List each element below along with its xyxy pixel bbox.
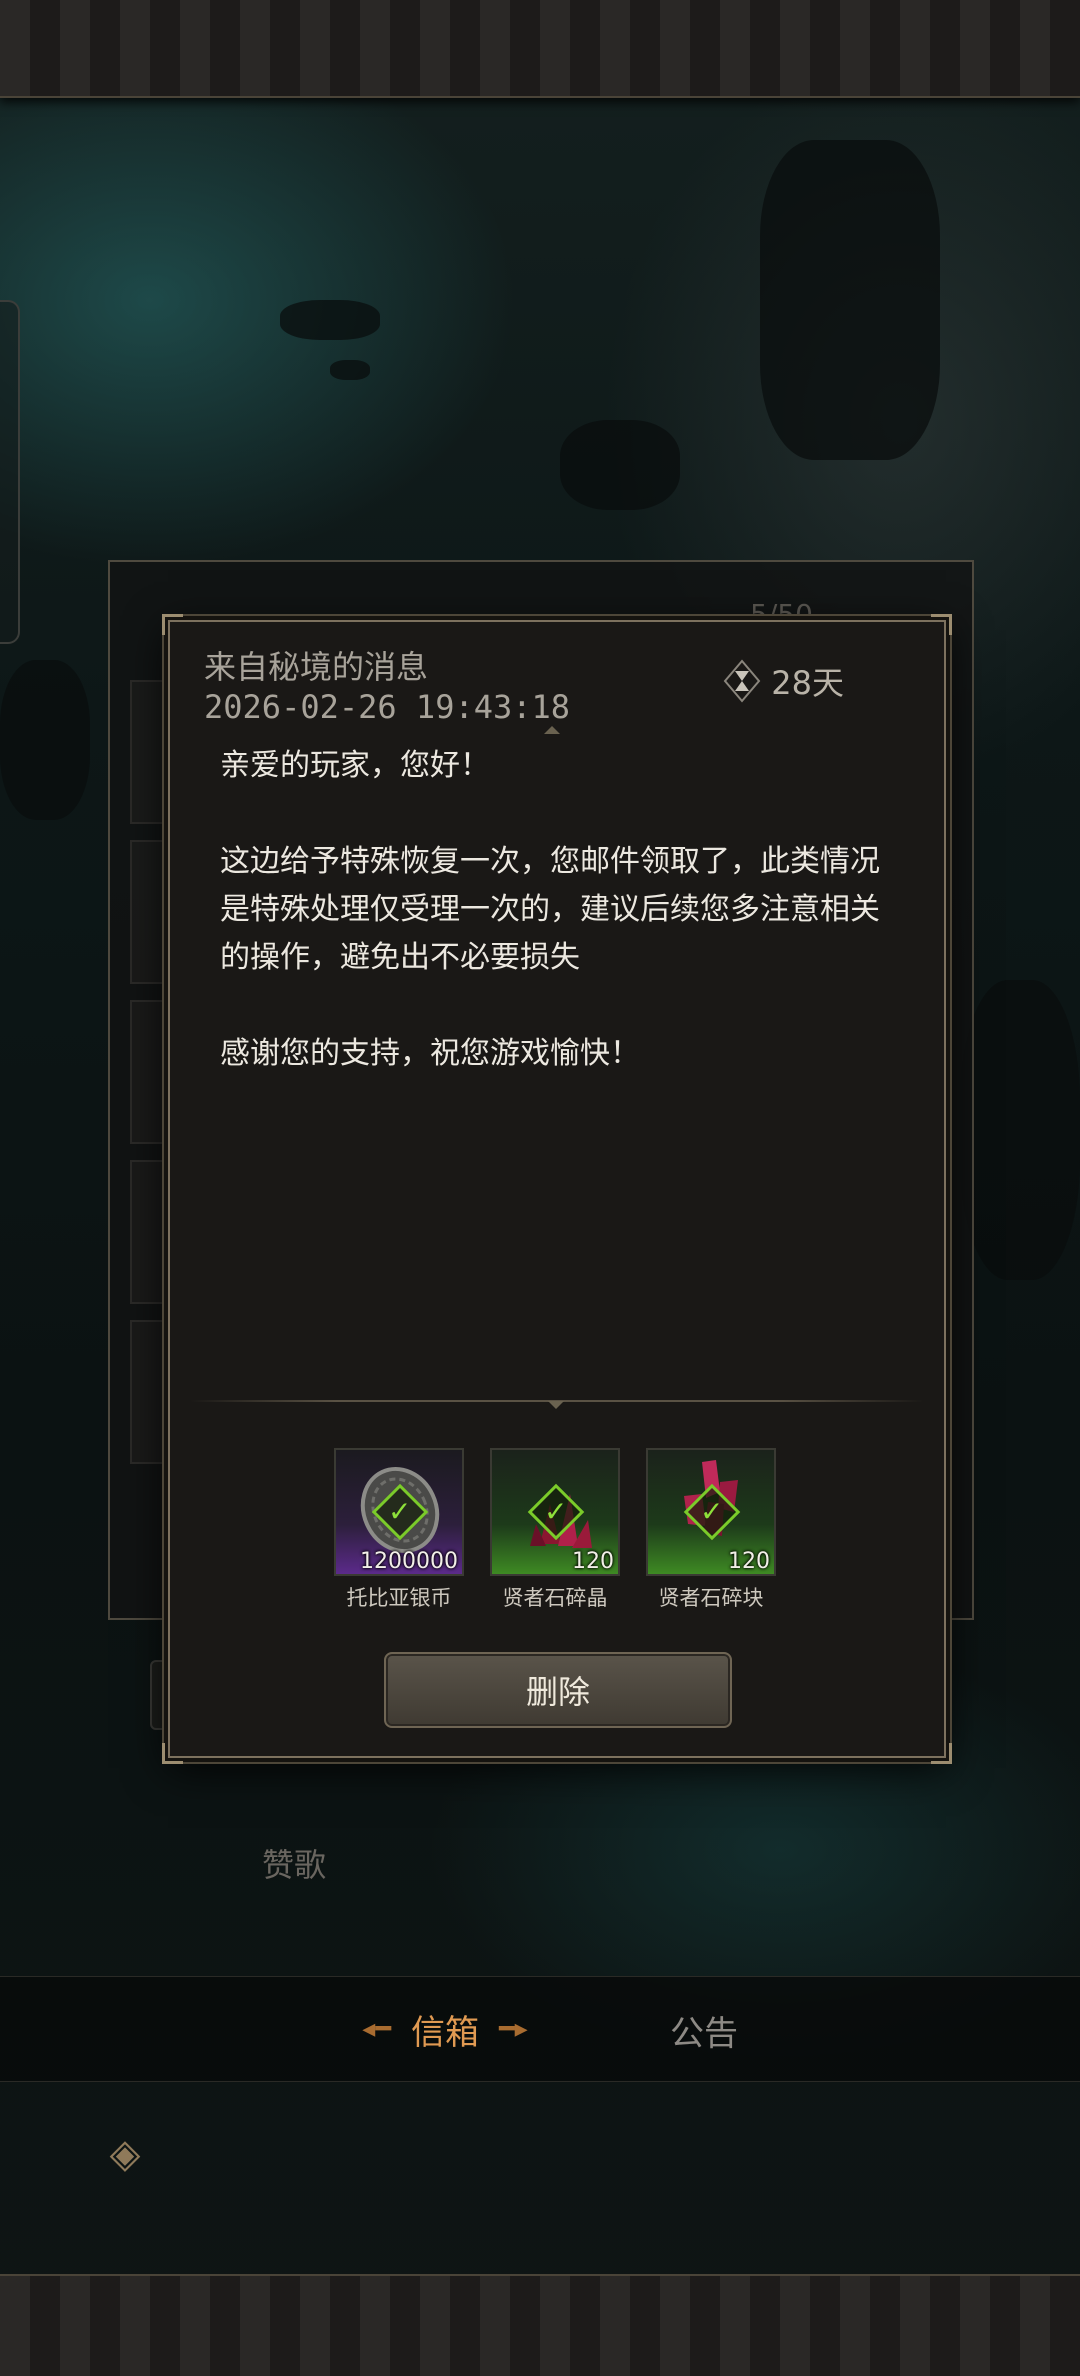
reward-tile: ✓ 120 xyxy=(490,1448,620,1576)
expire-indicator: 28天 xyxy=(723,658,844,704)
reward-item[interactable]: ✓ 1200000 托比亚银币 xyxy=(334,1448,464,1612)
body-line: 感谢您的支持，祝您游戏愉快！ xyxy=(220,1036,640,1071)
tab-mailbox-label: 信箱 xyxy=(411,2012,479,2053)
top-frame-border xyxy=(0,0,1080,98)
corner-ornament xyxy=(931,1743,952,1764)
mail-detail-dialog: 来自秘境的消息 2026-02-26 19:43:18 28天 亲爱的玩家，您好… xyxy=(162,614,952,1764)
mail-title: 来自秘境的消息 xyxy=(204,648,429,686)
check-icon: ✓ xyxy=(388,1495,412,1528)
side-drawer-handle[interactable] xyxy=(0,300,20,644)
tab-right-ornament-icon: ━▸ xyxy=(499,2014,528,2044)
corner-ornament xyxy=(162,1743,183,1764)
check-icon: ✓ xyxy=(544,1495,568,1528)
expire-days: 28天 xyxy=(771,664,844,702)
tab-left-ornament-icon: ◂━ xyxy=(362,2014,391,2044)
check-icon: ✓ xyxy=(700,1495,724,1528)
tab-mailbox[interactable]: ◂━ 信箱 ━▸ xyxy=(330,2004,560,2054)
reward-quantity: 120 xyxy=(572,1549,614,1574)
reward-list: ✓ 1200000 托比亚银币 ✓ 120 贤者石碎晶 ✓ 120 贤者石碎块 xyxy=(334,1448,794,1610)
hourglass-icon xyxy=(723,659,761,703)
reward-item[interactable]: ✓ 120 贤者石碎块 xyxy=(646,1448,776,1612)
mail-body: 亲爱的玩家，您好！ 这边给予特殊恢复一次，您邮件领取了，此类情况是特殊处理仅受理… xyxy=(220,742,900,1442)
mail-date: 2026-02-26 19:43:18 xyxy=(204,688,571,726)
reward-item[interactable]: ✓ 120 贤者石碎晶 xyxy=(490,1448,620,1612)
reward-name: 贤者石碎晶 xyxy=(502,1586,608,1610)
diamond-ornament-icon: ◈ xyxy=(109,2131,141,2177)
reward-name: 贤者石碎块 xyxy=(658,1586,764,1610)
divider-arrow-icon xyxy=(548,1401,564,1409)
reward-tile: ✓ 120 xyxy=(646,1448,776,1576)
bottom-frame-border xyxy=(0,2274,1080,2376)
delete-button[interactable]: 删除 xyxy=(384,1652,732,1728)
reward-quantity: 120 xyxy=(728,1549,770,1574)
body-line: 这边给予特殊恢复一次，您邮件领取了，此类情况是特殊处理仅受理一次的，建议后续您多… xyxy=(220,844,880,975)
reward-tile: ✓ 1200000 xyxy=(334,1448,464,1576)
reward-name: 托比亚银币 xyxy=(346,1586,452,1610)
header-arrow-icon xyxy=(544,726,560,734)
background-label: 赞歌 xyxy=(262,1846,327,1884)
body-line: 亲爱的玩家，您好！ xyxy=(220,748,490,783)
corner-ornament xyxy=(931,614,952,635)
reward-quantity: 1200000 xyxy=(360,1549,458,1574)
corner-ornament xyxy=(162,614,183,635)
tab-announcement[interactable]: 公告 xyxy=(670,2006,738,2055)
